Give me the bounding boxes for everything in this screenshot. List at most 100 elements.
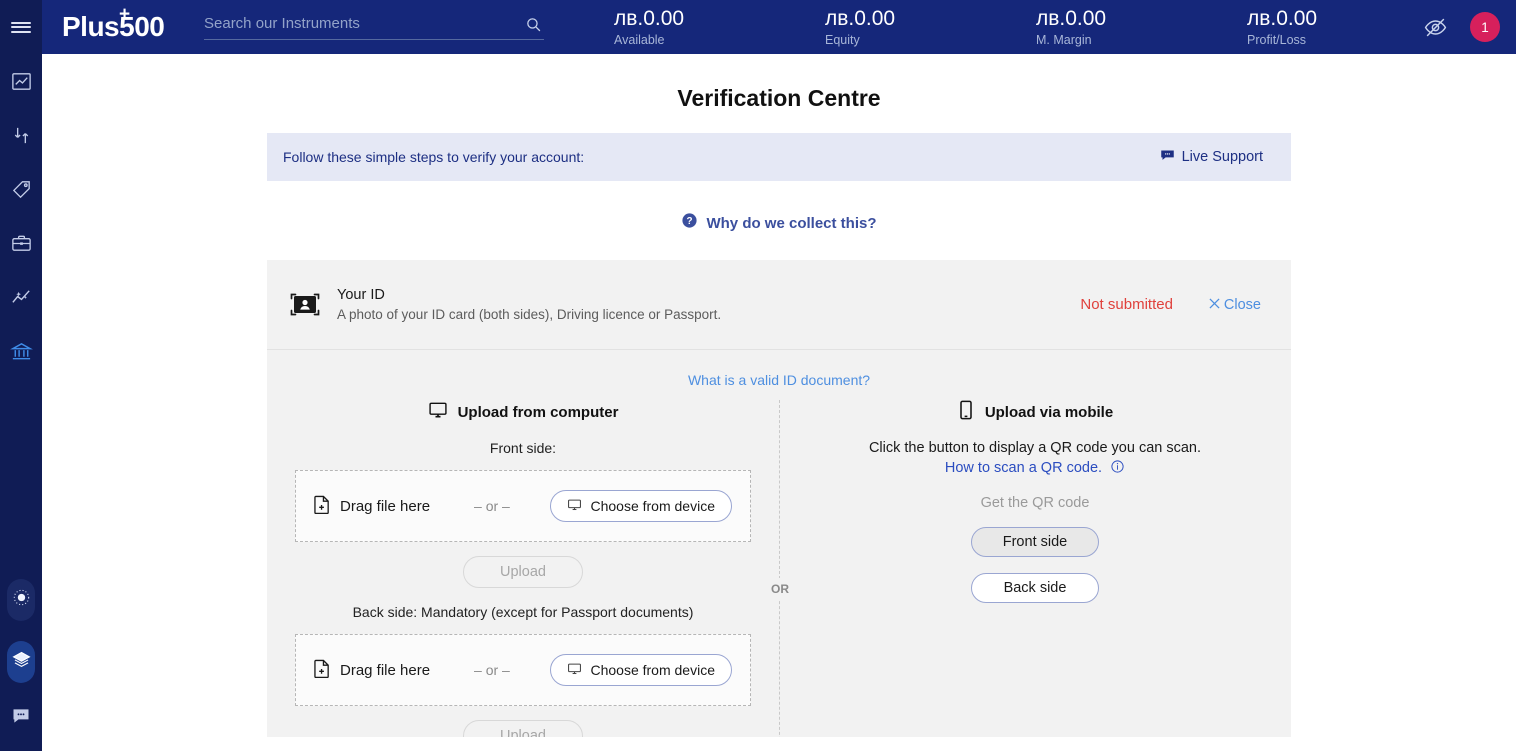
stat-label: M. Margin	[1036, 33, 1092, 47]
id-section-description: A photo of your ID card (both sides), Dr…	[337, 307, 722, 322]
status-badge: Not submitted	[1080, 296, 1173, 313]
why-collect-label: Why do we collect this?	[706, 214, 877, 232]
sidebar-item-insights[interactable]	[0, 270, 42, 324]
brand-logo-main: Plus	[62, 11, 120, 42]
search-bar	[204, 14, 544, 40]
search-input[interactable]	[204, 14, 504, 32]
sidebar-item-instruments[interactable]	[0, 162, 42, 216]
upload-mobile-label: Upload via mobile	[984, 403, 1114, 421]
sidebar-item-charts[interactable]	[0, 54, 42, 108]
id-card-icon	[289, 291, 323, 319]
valid-document-link[interactable]: What is a valid ID document?	[267, 372, 1291, 388]
stat-value: лв.0.00	[614, 7, 685, 30]
stat-value: лв.0.00	[825, 7, 896, 30]
id-section-title: Your ID	[337, 287, 385, 303]
stat-equity: лв.0.00 Equity	[825, 7, 1036, 47]
price-tag-icon	[10, 178, 33, 201]
upload-via-mobile-column: Upload via mobile Click the button to di…	[779, 400, 1291, 737]
close-label: Close	[1223, 296, 1261, 313]
sidebar-item-trade[interactable]	[0, 108, 42, 162]
app-root: Plus500 + лв.0.00 Available лв.0.00 Equi…	[0, 0, 1516, 751]
monitor-icon	[428, 400, 448, 424]
back-choose-from-device-button[interactable]: Choose from device	[550, 654, 732, 686]
top-bar-right: 1	[1423, 0, 1500, 54]
id-section-header: Your ID A photo of your ID card (both si…	[267, 260, 1291, 350]
upload-columns: Upload from computer Front side: Drag fi…	[267, 400, 1291, 737]
chat-bubble-icon	[1160, 148, 1175, 167]
file-add-icon	[314, 495, 331, 518]
live-support-label: Live Support	[1181, 149, 1263, 165]
left-sidebar	[0, 0, 42, 751]
front-dropzone[interactable]: Drag file here – or – Choose from device	[295, 470, 751, 542]
front-side-label: Front side:	[489, 440, 557, 456]
file-add-icon	[314, 659, 331, 682]
sidebar-item-portfolio[interactable]	[0, 216, 42, 270]
sidebar-chat[interactable]	[6, 703, 36, 733]
get-qr-code-label: Get the QR code	[980, 495, 1090, 511]
sidebar-theme-toggle[interactable]	[7, 579, 35, 621]
content-container: Follow these simple steps to verify your…	[267, 133, 1291, 737]
upload-computer-label: Upload from computer	[457, 403, 619, 421]
sidebar-layers[interactable]	[7, 641, 35, 683]
back-choose-label: Choose from device	[590, 662, 715, 678]
why-collect-link[interactable]: ? Why do we collect this?	[267, 212, 1291, 234]
top-bar: Plus500 + лв.0.00 Available лв.0.00 Equi…	[42, 0, 1516, 54]
upload-mobile-heading: Upload via mobile	[779, 400, 1291, 424]
back-drag-text: Drag file here	[340, 661, 431, 679]
question-circle-icon: ?	[681, 212, 698, 234]
briefcase-icon	[10, 232, 33, 255]
back-or-label: – or –	[474, 662, 510, 678]
live-support-button[interactable]: Live Support	[1160, 148, 1263, 167]
mobile-phone-icon	[957, 400, 975, 424]
qr-front-side-button[interactable]: Front side	[971, 527, 1099, 557]
stat-value: лв.0.00	[1036, 7, 1107, 30]
upload-computer-heading: Upload from computer	[267, 400, 779, 424]
main-content: Verification Centre Follow these simple …	[42, 54, 1516, 751]
brand-logo-plus: +	[119, 4, 130, 25]
back-dropzone[interactable]: Drag file here – or – Choose from device	[295, 634, 751, 706]
line-chart-icon	[10, 70, 33, 93]
id-section-texts: Your ID A photo of your ID card (both si…	[337, 287, 1080, 322]
front-choose-from-device-button[interactable]: Choose from device	[550, 490, 732, 522]
notice-text: Follow these simple steps to verify your…	[283, 149, 585, 165]
close-button[interactable]: Close	[1209, 297, 1261, 313]
back-upload-button[interactable]: Upload	[463, 720, 583, 737]
notice-bar: Follow these simple steps to verify your…	[267, 133, 1291, 181]
layers-icon	[11, 649, 32, 675]
stat-label: Equity	[825, 33, 860, 47]
notification-badge[interactable]: 1	[1470, 12, 1500, 42]
mobile-instruction-line: Click the button to display a QR code yo…	[868, 440, 1202, 456]
brand-logo[interactable]: Plus500 +	[62, 5, 186, 42]
search-icon[interactable]	[525, 16, 542, 38]
bank-icon	[9, 340, 33, 363]
back-drag-label: Drag file here	[314, 659, 430, 682]
stat-available: лв.0.00 Available	[614, 7, 825, 47]
brightness-dial-icon	[11, 587, 32, 613]
front-choose-label: Choose from device	[590, 498, 715, 514]
hamburger-menu-icon[interactable]	[0, 0, 42, 54]
analytics-sparkle-icon	[10, 286, 33, 309]
info-circle-icon[interactable]	[1110, 459, 1125, 478]
stat-label: Available	[614, 33, 665, 47]
front-drag-label: Drag file here	[314, 495, 430, 518]
stat-m-margin: лв.0.00 M. Margin	[1036, 7, 1247, 47]
front-or-label: – or –	[474, 498, 510, 514]
front-drag-text: Drag file here	[340, 497, 431, 515]
close-x-icon	[1209, 297, 1220, 313]
sidebar-item-funds[interactable]	[0, 324, 42, 378]
monitor-small-icon	[567, 497, 582, 515]
eye-off-icon[interactable]	[1423, 15, 1448, 40]
upload-from-computer-column: Upload from computer Front side: Drag fi…	[267, 400, 779, 737]
mobile-qr-help: How to scan a QR code.	[779, 459, 1291, 478]
page-title: Verification Centre	[677, 85, 881, 111]
chat-bubble-icon	[11, 706, 31, 731]
how-to-scan-qr-link[interactable]: How to scan a QR code.	[945, 460, 1102, 476]
back-side-label: Back side: Mandatory (except for Passpor…	[352, 604, 694, 620]
monitor-small-icon	[567, 661, 582, 679]
qr-back-side-button[interactable]: Back side	[971, 573, 1099, 603]
trade-arrows-icon	[10, 124, 33, 147]
sidebar-nav	[0, 54, 42, 378]
svg-text:?: ?	[687, 216, 693, 227]
upload-panel: What is a valid ID document? Upload from…	[267, 350, 1291, 737]
front-upload-button[interactable]: Upload	[463, 556, 583, 588]
